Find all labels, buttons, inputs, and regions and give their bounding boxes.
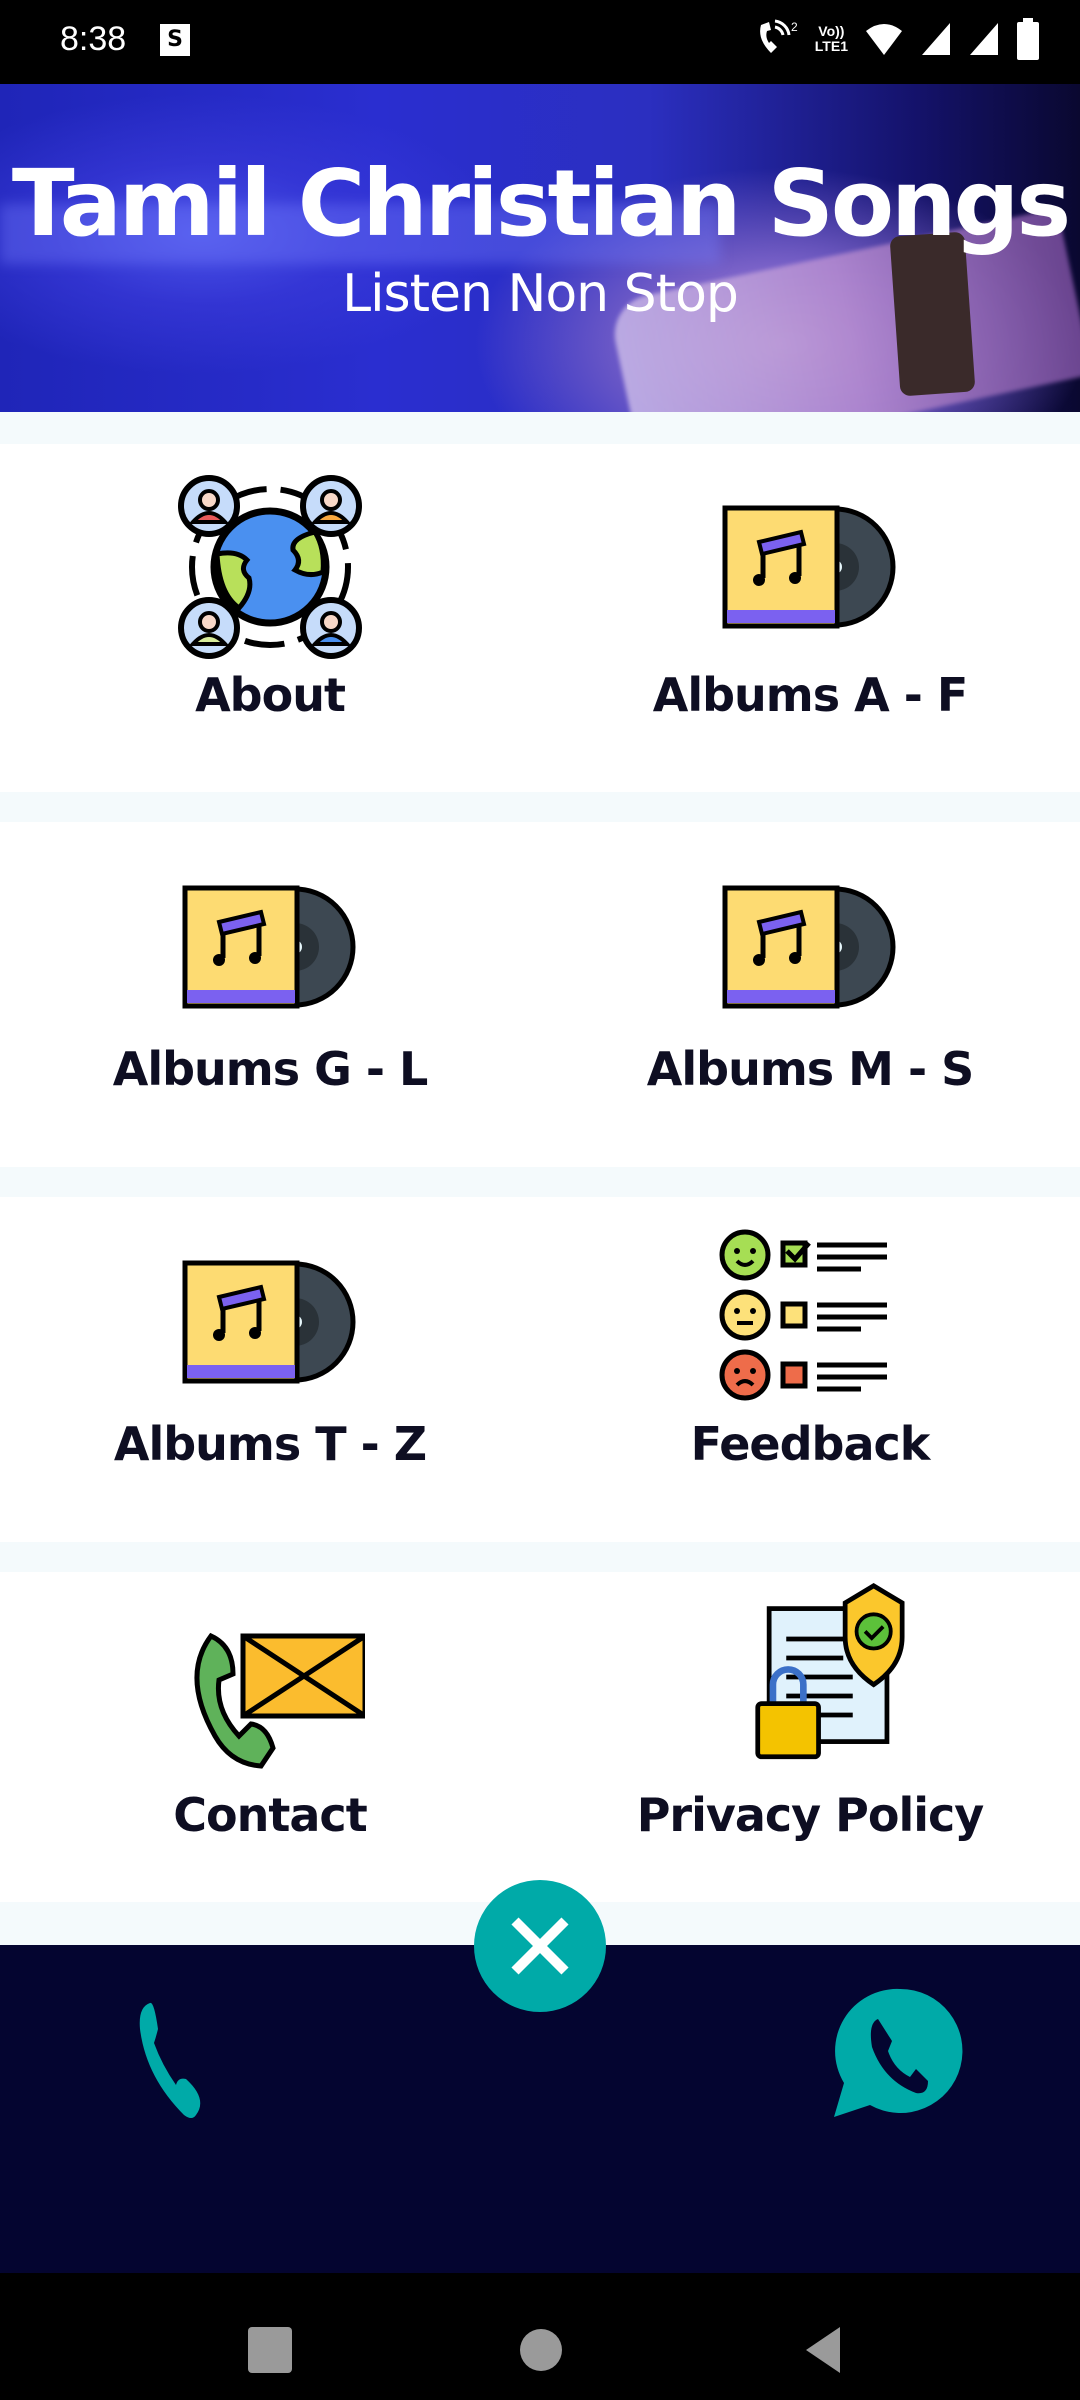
vinyl-album-icon — [722, 885, 896, 1009]
signal-icon — [922, 23, 950, 55]
menu-row-2: Albums G - L Albums M - S — [0, 822, 1080, 1167]
vinyl-album-icon — [182, 1260, 356, 1384]
menu-tile-contact[interactable]: Contact — [0, 1572, 540, 1902]
volte-label: Vo)) — [818, 23, 845, 39]
volte-lte1-icon: Vo)) LTE1 — [815, 24, 848, 54]
battery-icon — [1017, 18, 1039, 60]
close-icon — [511, 1917, 569, 1975]
signal-icon-2 — [970, 23, 998, 55]
community-globe-icon — [178, 475, 362, 659]
menu-label: Feedback — [690, 1417, 931, 1471]
menu-tile-about[interactable]: About — [0, 444, 540, 792]
wifi-icon — [866, 24, 902, 55]
whatsapp-icon[interactable] — [832, 1985, 968, 2125]
system-nav-bar — [0, 2273, 1080, 2400]
home-button[interactable] — [520, 2329, 562, 2371]
vinyl-album-icon — [722, 505, 896, 629]
menu-tile-feedback[interactable]: Feedback — [540, 1197, 1080, 1542]
menu-tile-albums-g-l[interactable]: Albums G - L — [0, 822, 540, 1167]
close-button[interactable] — [474, 1880, 606, 2012]
phone-icon[interactable] — [126, 1999, 236, 2119]
recents-button[interactable] — [248, 2327, 292, 2373]
menu-label: Albums A - F — [652, 668, 969, 722]
menu-label: Albums T - Z — [113, 1417, 427, 1471]
lte-label: LTE1 — [814, 38, 848, 54]
menu-label: Albums G - L — [112, 1042, 429, 1096]
menu-label: Contact — [173, 1788, 367, 1842]
menu-row-1: About Albums A - F — [0, 444, 1080, 792]
status-icons: 2 Vo)) LTE1 — [755, 18, 1040, 60]
screenshot-icon: S — [160, 24, 190, 56]
menu-tile-albums-a-f[interactable]: Albums A - F — [540, 444, 1080, 792]
app-subtitle: Listen Non Stop — [342, 264, 739, 324]
menu-row-3: Albums T - Z Feedback — [0, 1197, 1080, 1542]
phone-mail-icon — [194, 1632, 365, 1769]
menu-label: Albums M - S — [646, 1042, 974, 1096]
header-banner: Tamil Christian Songs Listen Non Stop — [0, 84, 1080, 412]
menu-label: Privacy Policy — [636, 1788, 985, 1842]
privacy-document-icon — [755, 1583, 905, 1760]
status-time: 8:38 — [60, 20, 127, 58]
feedback-survey-icon — [719, 1229, 887, 1401]
status-bar: 8:38 S 2 Vo)) LTE1 — [0, 0, 1080, 84]
vinyl-album-icon — [182, 885, 356, 1009]
menu-label: About — [195, 668, 346, 722]
menu-tile-albums-m-s[interactable]: Albums M - S — [540, 822, 1080, 1167]
menu-tile-privacy-policy[interactable]: Privacy Policy — [540, 1572, 1080, 1902]
back-button[interactable] — [798, 2325, 848, 2375]
app-title: Tamil Christian Songs — [11, 150, 1071, 257]
svg-text:2: 2 — [791, 20, 798, 34]
wifi-calling-icon: 2 — [759, 19, 798, 53]
menu-row-4: Contact Privacy Policy — [0, 1572, 1080, 1902]
menu-tile-albums-t-z[interactable]: Albums T - Z — [0, 1197, 540, 1542]
